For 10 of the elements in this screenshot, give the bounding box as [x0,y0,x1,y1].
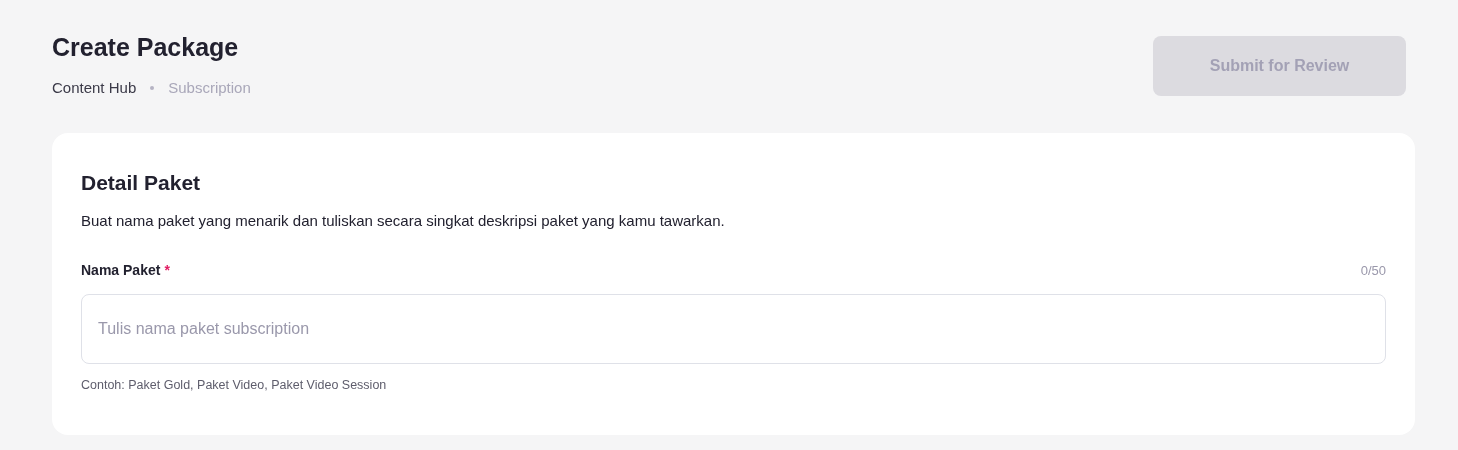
breadcrumb-link[interactable]: Subscription [168,77,251,100]
page-title: Create Package [52,32,240,63]
character-counter: 0/50 [1360,261,1386,280]
required-mark: * [164,261,170,280]
section-title: Detail Paket [81,169,202,196]
breadcrumb-link[interactable]: Content Hub [52,77,137,100]
input-field[interactable]: Tulis nama paket subscription [81,294,1386,364]
field-hint: Contoh: Paket Gold, Paket Video, Paket Video Session [81,377,388,394]
field-label: Nama Paket [81,261,161,280]
section-description: Buat nama paket yang menarik dan tuliskan secara singkat deskripsi paket yang kamu tawarkan. [81,210,726,231]
